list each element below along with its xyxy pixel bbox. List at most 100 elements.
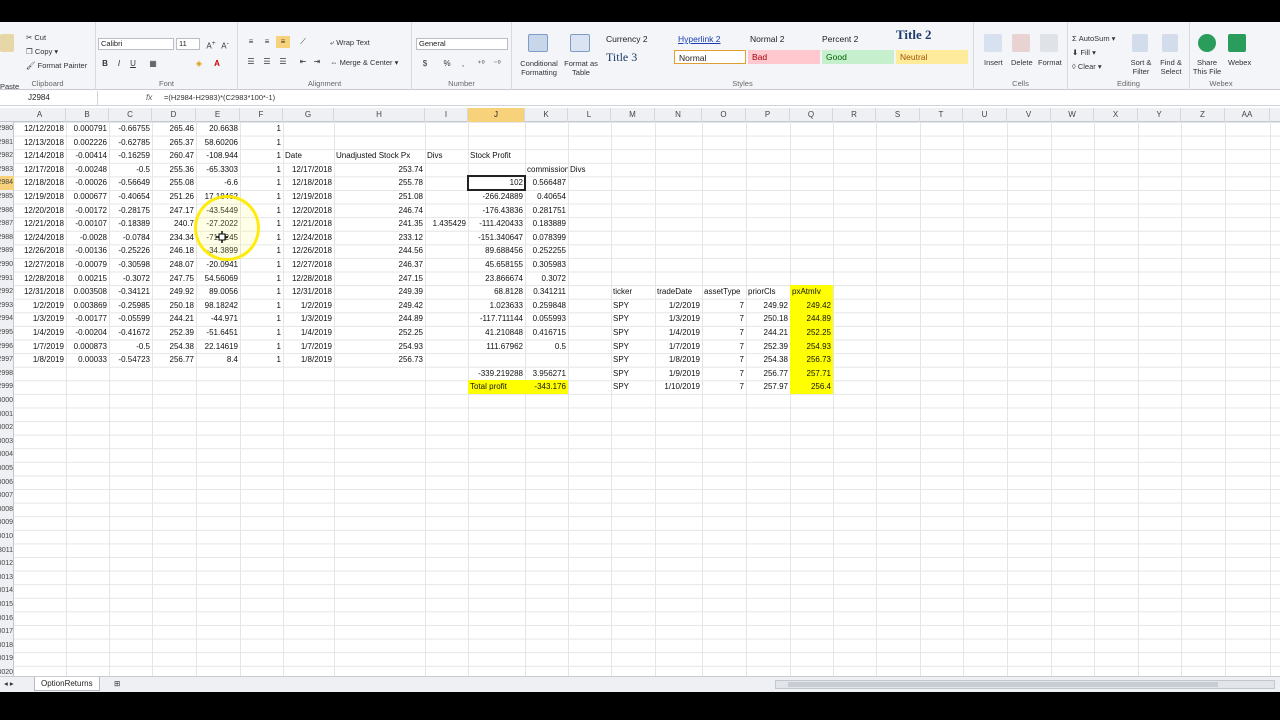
cell-e[interactable]: -44.971 (196, 312, 240, 326)
cut-button[interactable]: ✂ Cut (26, 33, 46, 42)
underline-button[interactable]: U (126, 58, 140, 70)
currency-button[interactable]: $ (418, 58, 432, 70)
column-header-x[interactable]: X (1094, 108, 1138, 122)
cell-d[interactable]: 248.07 (152, 258, 196, 272)
cell-f[interactable]: 1 (240, 149, 283, 163)
cell-c[interactable]: -0.0784 (109, 231, 152, 245)
cell-i[interactable]: Divs (425, 149, 468, 163)
column-header-r[interactable]: R (833, 108, 876, 122)
cell-n[interactable]: 1/9/2019 (655, 367, 702, 381)
cell-m[interactable]: SPY (611, 312, 655, 326)
cell-p[interactable]: 257.97 (746, 380, 790, 394)
cell-b[interactable]: -0.00107 (66, 217, 109, 231)
column-header-t[interactable]: T (920, 108, 963, 122)
cell-p[interactable]: priorCls (746, 285, 790, 299)
row-header[interactable]: 2993 (0, 299, 14, 313)
cell-g[interactable]: 1/4/2019 (283, 326, 334, 340)
cell-k[interactable]: 0.183889 (525, 217, 568, 231)
cell-c[interactable]: -0.5 (109, 163, 152, 177)
cell-m[interactable]: SPY (611, 353, 655, 367)
row-header[interactable]: 3018 (0, 639, 14, 653)
tab-scroll-icon[interactable]: ◂ ▸ (4, 679, 14, 688)
row-header[interactable]: 2994 (0, 312, 14, 326)
cell-a[interactable]: 1/8/2019 (14, 353, 66, 367)
cell-k[interactable]: 0.5 (525, 340, 568, 354)
row-header[interactable]: 3016 (0, 612, 14, 626)
cell-b[interactable]: 0.003508 (66, 285, 109, 299)
row-header[interactable]: 3010 (0, 530, 14, 544)
cell-c[interactable]: -0.54723 (109, 353, 152, 367)
cell-j[interactable]: 23.866674 (468, 272, 525, 286)
decrease-indent-icon[interactable]: ⇤ (296, 56, 310, 68)
cell-e[interactable]: 22.14619 (196, 340, 240, 354)
find-select-button[interactable]: Find & Select (1156, 58, 1186, 76)
cell-a[interactable]: 12/21/2018 (14, 217, 66, 231)
cell-b[interactable]: -0.00079 (66, 258, 109, 272)
row-header[interactable]: 3007 (0, 489, 14, 503)
insert-button[interactable]: Insert (984, 58, 1003, 67)
align-middle-icon[interactable]: ≡ (260, 36, 274, 48)
delete-icon[interactable] (1012, 34, 1030, 52)
cell-g[interactable]: 12/31/2018 (283, 285, 334, 299)
column-header-u[interactable]: U (963, 108, 1007, 122)
row-header[interactable]: 2988 (0, 231, 14, 245)
cell-p[interactable]: 244.21 (746, 326, 790, 340)
cell-m[interactable]: SPY (611, 326, 655, 340)
cell-q[interactable]: pxAtmIv (790, 285, 833, 299)
cell-q[interactable]: 252.25 (790, 326, 833, 340)
sort-filter-icon[interactable] (1132, 34, 1148, 52)
cell-a[interactable]: 12/28/2018 (14, 272, 66, 286)
cell-b[interactable]: -0.0028 (66, 231, 109, 245)
row-header[interactable]: 2997 (0, 353, 14, 367)
name-box[interactable]: J2984 (0, 91, 98, 105)
cell-k[interactable]: 0.305983 (525, 258, 568, 272)
cell-q[interactable]: 256.4 (790, 380, 833, 394)
fill-color-icon[interactable]: ◈ (192, 58, 206, 70)
cell-p[interactable]: 250.18 (746, 312, 790, 326)
row-header[interactable]: 2990 (0, 258, 14, 272)
cell-m[interactable]: ticker (611, 285, 655, 299)
row-header[interactable]: 3017 (0, 625, 14, 639)
cell-j[interactable]: 45.658155 (468, 258, 525, 272)
row-header[interactable]: 3014 (0, 584, 14, 598)
cell-j[interactable]: -111.420433 (468, 217, 525, 231)
cell-j[interactable]: -117.711144 (468, 312, 525, 326)
cell-k[interactable]: 0.341211 (525, 285, 568, 299)
cell-q[interactable]: 244.89 (790, 312, 833, 326)
cell-o[interactable]: 7 (702, 353, 746, 367)
cell-d[interactable]: 247.17 (152, 204, 196, 218)
cell-d[interactable]: 255.08 (152, 176, 196, 190)
cell-c[interactable]: -0.25985 (109, 299, 152, 313)
row-header[interactable]: 2996 (0, 340, 14, 354)
cell-o[interactable]: assetType (702, 285, 746, 299)
cell-n[interactable]: 1/8/2019 (655, 353, 702, 367)
column-header-w[interactable]: W (1051, 108, 1094, 122)
cell-a[interactable]: 12/31/2018 (14, 285, 66, 299)
style-currency-2[interactable]: Currency 2 (602, 32, 668, 46)
tab-option-returns[interactable]: OptionReturns (34, 677, 100, 691)
column-header-a[interactable]: A (14, 108, 66, 122)
align-bottom-icon[interactable]: ≡ (276, 36, 290, 48)
format-icon[interactable] (1040, 34, 1058, 52)
cell-k[interactable]: 3.956271 (525, 367, 568, 381)
cell-d[interactable]: 252.39 (152, 326, 196, 340)
cell-j[interactable]: Stock Profit (468, 149, 525, 163)
cell-g[interactable]: 12/28/2018 (283, 272, 334, 286)
row-header[interactable]: 3019 (0, 652, 14, 666)
cell-h[interactable]: 244.89 (334, 312, 425, 326)
cell-h[interactable]: 252.25 (334, 326, 425, 340)
cell-b[interactable]: 0.00033 (66, 353, 109, 367)
cell-q[interactable]: 254.93 (790, 339, 833, 354)
cell-b[interactable]: -0.00177 (66, 312, 109, 326)
scrollbar-thumb[interactable] (788, 682, 1218, 687)
cell-d[interactable]: 254.38 (152, 340, 196, 354)
row-header[interactable]: 2981 (0, 136, 14, 150)
share-icon[interactable] (1198, 34, 1216, 52)
cell-j[interactable]: Total profit (468, 380, 525, 394)
column-header-q[interactable]: Q (790, 108, 833, 122)
autosum-button[interactable]: Σ AutoSum ▾ (1072, 34, 1115, 43)
column-header-s[interactable]: S (876, 108, 920, 122)
row-header[interactable]: 2992 (0, 285, 14, 299)
horizontal-scrollbar[interactable] (775, 680, 1275, 689)
cell-b[interactable]: -0.00248 (66, 163, 109, 177)
